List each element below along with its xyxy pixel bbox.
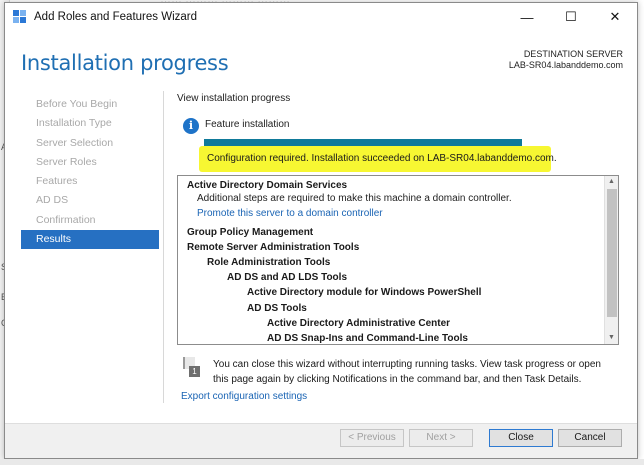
next-button[interactable]: Next > <box>409 429 473 447</box>
wizard-nav: Before You Begin Installation Type Serve… <box>21 95 159 250</box>
nav-item-server-roles: Server Roles <box>36 155 97 168</box>
notification-flag-icon: 1 <box>183 357 200 377</box>
nav-item-before-you-begin: Before You Begin <box>36 98 118 110</box>
minimize-button[interactable]: — <box>505 3 549 31</box>
notification-badge: 1 <box>189 366 200 377</box>
close-wizard-notice: You can close this wizard without interr… <box>213 359 601 385</box>
wizard-header: Installation progress DESTINATION SERVER… <box>5 31 637 91</box>
nav-item-features: Features <box>36 175 78 188</box>
cancel-button[interactable]: Cancel <box>558 429 622 447</box>
results-list[interactable]: Active Directory Domain Services Additio… <box>177 175 619 345</box>
result-ad-lds-tools: AD DS and AD LDS Tools <box>227 272 347 283</box>
export-configuration-link[interactable]: Export configuration settings <box>181 391 307 402</box>
result-rsat: Remote Server Administration Tools <box>187 242 360 253</box>
nav-item-server-selection: Server Selection <box>36 136 114 149</box>
result-ps-module: Active Directory module for Windows Powe… <box>247 287 482 298</box>
wizard-footer: < Previous Next > Close Cancel <box>5 423 637 458</box>
scrollbar-thumb[interactable] <box>607 189 617 317</box>
result-snapins: AD DS Snap-Ins and Command-Line Tools <box>267 333 468 344</box>
scroll-up-arrow-icon[interactable]: ▲ <box>605 176 618 188</box>
result-role-admin-tools: Role Administration Tools <box>207 257 331 268</box>
maximize-button[interactable]: ☐ <box>549 3 593 31</box>
info-icon: i <box>183 118 199 134</box>
results-scrollbar[interactable]: ▲ ▼ <box>604 176 618 344</box>
view-progress-label: View installation progress <box>177 93 291 104</box>
installation-status-text: Configuration required. Installation suc… <box>207 153 557 164</box>
result-admin-center: Active Directory Administrative Center <box>267 318 451 329</box>
nav-divider <box>163 91 164 403</box>
window-title: Add Roles and Features Wizard <box>34 11 197 23</box>
nav-item-results[interactable]: Results <box>21 230 159 250</box>
desktop-background-bottom <box>0 459 644 465</box>
destination-server-label: DESTINATION SERVER <box>523 49 623 59</box>
page-title: Installation progress <box>21 51 229 75</box>
result-gpm: Group Policy Management <box>187 227 314 238</box>
wizard-window: Add Roles and Features Wizard — ☐ ✕ Inst… <box>4 2 638 459</box>
scroll-down-arrow-icon[interactable]: ▼ <box>605 332 618 344</box>
previous-button[interactable]: < Previous <box>340 429 404 447</box>
result-ad-ds-tools: AD DS Tools <box>247 303 307 314</box>
title-bar[interactable]: Add Roles and Features Wizard — ☐ ✕ <box>5 3 637 31</box>
server-manager-icon <box>13 10 27 24</box>
result-ad-ds-note: Additional steps are required to make th… <box>197 193 512 204</box>
installation-progress-bar <box>204 139 522 146</box>
promote-dc-link[interactable]: Promote this server to a domain controll… <box>197 208 383 219</box>
result-ad-ds: Active Directory Domain Services <box>187 180 348 191</box>
close-button[interactable]: Close <box>489 429 553 447</box>
destination-server-name: LAB-SR04.labanddemo.com <box>508 60 623 70</box>
feature-installation-label: Feature installation <box>205 119 290 130</box>
nav-item-ad-ds: AD DS <box>36 194 69 207</box>
nav-item-confirmation: Confirmation <box>36 213 96 226</box>
nav-item-installation-type: Installation Type <box>36 117 112 130</box>
progress-fill <box>204 139 522 146</box>
close-window-button[interactable]: ✕ <box>593 3 637 31</box>
